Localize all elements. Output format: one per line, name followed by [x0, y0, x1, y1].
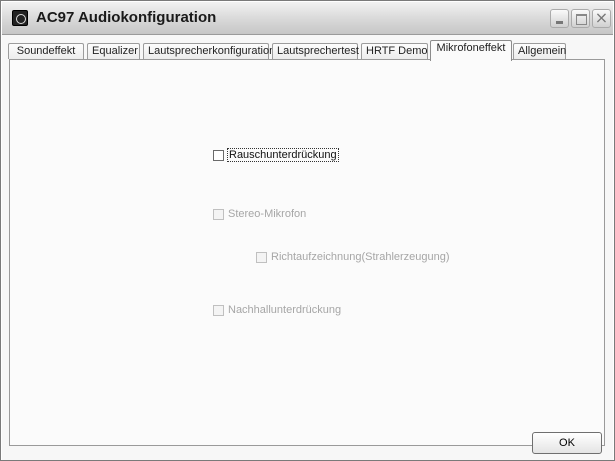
tab-allgemein[interactable]: Allgemein — [513, 43, 566, 59]
echo-cancellation-label: Nachhallunterdrückung — [228, 304, 342, 316]
beamforming-checkbox — [256, 251, 267, 263]
stereo-mic-checkbox — [213, 208, 224, 220]
tab-soundeffekt[interactable]: Soundeffekt — [8, 43, 84, 59]
tab-mikrofoneffekt[interactable]: Mikrofoneffekt — [430, 40, 512, 61]
echo-cancellation-checkbox — [213, 304, 224, 316]
beamforming-option: Richtaufzeichnung(Strahlerzeugung) — [256, 251, 450, 263]
title-bar[interactable]: AC97 Audiokonfiguration × — [2, 2, 613, 35]
audio-config-window: AC97 Audiokonfiguration × Soundeffekt Eq… — [0, 0, 615, 461]
stereo-mic-label: Stereo-Mikrofon — [228, 208, 307, 220]
ok-button[interactable]: OK — [532, 432, 602, 454]
noise-suppression-checkbox[interactable] — [213, 149, 224, 161]
tab-lautsprechertest[interactable]: Lautsprechertest — [272, 43, 359, 59]
tab-equalizer[interactable]: Equalizer — [87, 43, 140, 59]
dialog-client-area: Soundeffekt Equalizer Lautsprecherkonfig… — [2, 35, 613, 460]
window-title: AC97 Audiokonfiguration — [36, 9, 217, 26]
tab-lautsprecherkonfiguration[interactable]: Lautsprecherkonfiguration — [143, 43, 275, 59]
mikrofoneffekt-panel: Rauschunterdrückung Stereo-Mikrofon Rich… — [9, 59, 605, 446]
maximize-button[interactable] — [571, 9, 590, 28]
speaker-app-icon[interactable] — [12, 10, 28, 26]
close-icon: × — [594, 8, 609, 27]
noise-suppression-option[interactable]: Rauschunterdrückung — [213, 148, 339, 162]
beamforming-label: Richtaufzeichnung(Strahlerzeugung) — [271, 251, 450, 263]
noise-suppression-label[interactable]: Rauschunterdrückung — [227, 148, 339, 162]
tab-hrtf-demo[interactable]: HRTF Demo — [361, 43, 428, 59]
close-button[interactable]: × — [592, 8, 611, 28]
stereo-mic-option: Stereo-Mikrofon — [213, 208, 306, 220]
minimize-button[interactable] — [550, 9, 569, 28]
echo-cancellation-option: Nachhallunterdrückung — [213, 304, 341, 316]
